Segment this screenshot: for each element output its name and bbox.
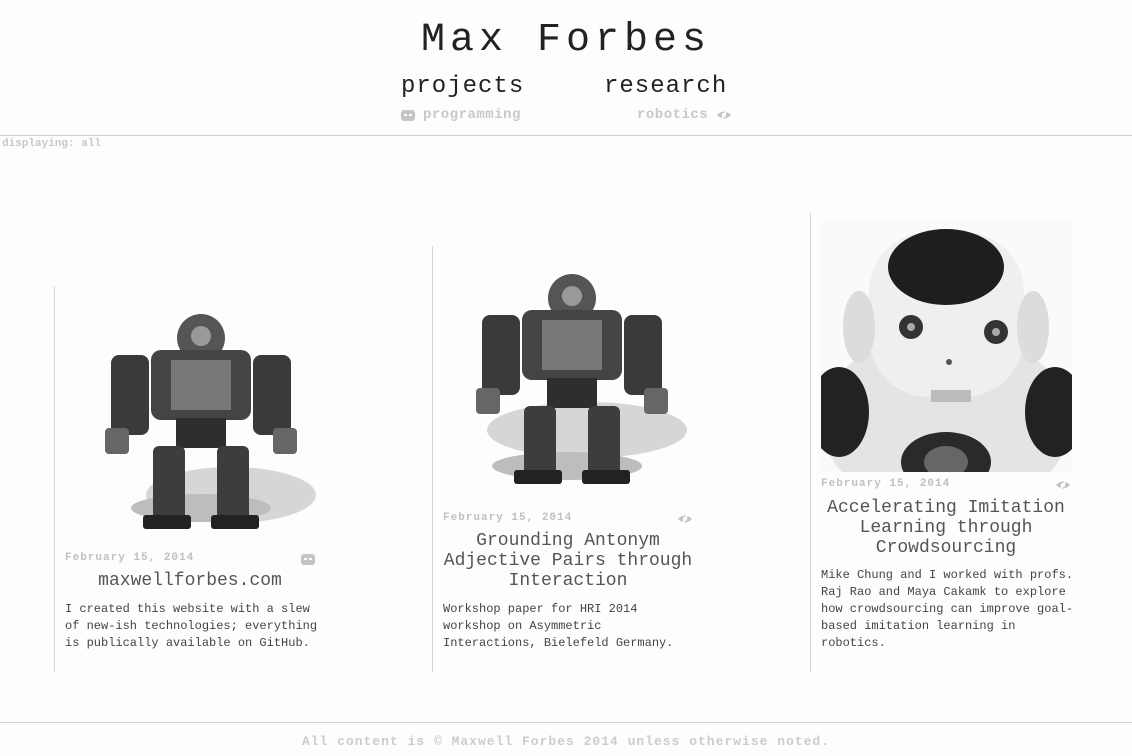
filter-status: displaying: all: [2, 138, 102, 150]
footer-copyright: All content is © Maxwell Forbes 2014 unl…: [301, 734, 831, 749]
robot-face-icon: [401, 109, 415, 121]
filter-robotics-label: robotics: [637, 107, 709, 123]
nav-projects-link[interactable]: projects: [401, 73, 524, 100]
card-date: February 15, 2014: [821, 478, 951, 490]
filter-programming[interactable]: programming: [401, 107, 521, 123]
project-card[interactable]: February 15, 2014 Grounding Antonym Adje…: [432, 246, 702, 672]
project-card[interactable]: February 15, 2014 Accelerating Imitation…: [810, 213, 1080, 672]
card-date: February 15, 2014: [65, 552, 195, 564]
robot-image[interactable]: [457, 270, 697, 500]
card-title-link[interactable]: maxwellforbes.com: [65, 571, 315, 591]
card-description: I created this website with a slew of ne…: [65, 602, 318, 650]
footer-divider: [0, 722, 1132, 723]
card-description: Mike Chung and I worked with profs. Raj …: [821, 568, 1074, 650]
site-title: Max Forbes: [420, 18, 712, 63]
robot-face-icon[interactable]: [301, 554, 315, 565]
eye-icon[interactable]: [677, 512, 693, 526]
header-divider: [0, 135, 1132, 136]
eye-icon[interactable]: [1055, 478, 1071, 492]
card-description: Workshop paper for HRI 2014 workshop on …: [443, 602, 674, 650]
card-date: February 15, 2014: [443, 512, 573, 524]
card-title-link[interactable]: Grounding Antonym Adjective Pairs throug…: [443, 531, 693, 591]
filter-programming-label: programming: [423, 107, 521, 123]
eye-icon: [717, 108, 732, 122]
nao-robot-image[interactable]: [821, 222, 1072, 472]
filter-robotics[interactable]: robotics: [637, 107, 732, 123]
robot-image[interactable]: [81, 310, 321, 540]
nav-research-link[interactable]: research: [604, 73, 727, 100]
card-title-link[interactable]: Accelerating Imitation Learning through …: [821, 498, 1071, 558]
project-card[interactable]: February 15, 2014 maxwellforbes.com I cr…: [54, 286, 324, 672]
